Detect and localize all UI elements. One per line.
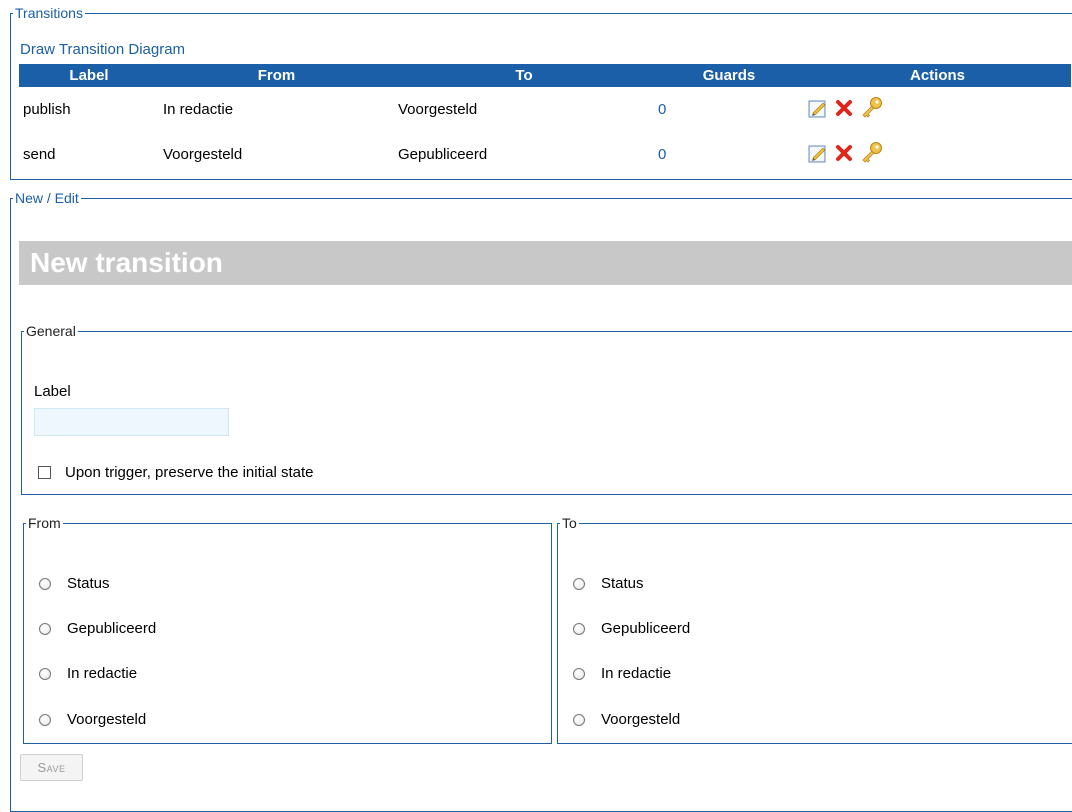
preserve-state-label: Upon trigger, preserve the initial state: [65, 464, 314, 481]
cell-actions: [804, 87, 1071, 132]
radio-label: Status: [601, 575, 644, 592]
general-fieldset: General Label Upon trigger, preserve the…: [21, 323, 1072, 495]
radio-label: Voorgesteld: [67, 711, 147, 728]
delete-icon[interactable]: [834, 98, 854, 122]
new-edit-legend: New / Edit: [15, 190, 79, 206]
key-icon[interactable]: [860, 96, 884, 124]
table-row: publish In redactie Voorgesteld 0: [19, 87, 1071, 132]
key-icon[interactable]: [860, 141, 884, 169]
radio-button[interactable]: [573, 713, 585, 726]
radio-button[interactable]: [573, 577, 585, 590]
table-header-row: Label From To Guards Actions: [19, 64, 1071, 87]
from-fieldset: From Status Gepubliceerd In redactie Voo…: [23, 515, 552, 744]
delete-icon[interactable]: [834, 143, 854, 167]
column-header-actions: Actions: [804, 64, 1071, 87]
cell-label: publish: [23, 101, 71, 118]
cell-to: Gepubliceerd: [398, 146, 488, 163]
to-option-voorgesteld[interactable]: Voorgesteld: [573, 711, 680, 728]
radio-label: Voorgesteld: [601, 711, 681, 728]
column-header-guards: Guards: [654, 64, 804, 87]
transitions-legend: Transitions: [15, 5, 83, 21]
column-header-from: From: [159, 64, 394, 87]
general-legend: General: [26, 323, 76, 339]
new-edit-fieldset: New / Edit New transition General Label …: [10, 190, 1072, 812]
to-option-gepubliceerd[interactable]: Gepubliceerd: [573, 620, 690, 637]
edit-icon[interactable]: [808, 143, 828, 167]
cell-label: send: [23, 146, 56, 163]
radio-button[interactable]: [573, 622, 585, 635]
radio-label: Status: [67, 575, 110, 592]
draw-transition-diagram-link[interactable]: Draw Transition Diagram: [20, 41, 185, 58]
cell-actions: [804, 132, 1071, 177]
to-option-in-redactie[interactable]: In redactie: [573, 665, 671, 682]
column-header-label: Label: [19, 64, 159, 87]
cell-to: Voorgesteld: [398, 101, 478, 118]
save-button[interactable]: Save: [20, 754, 83, 781]
edit-icon[interactable]: [808, 98, 828, 122]
from-legend: From: [28, 515, 61, 531]
from-option-voorgesteld[interactable]: Voorgesteld: [39, 711, 146, 728]
preserve-state-row: Upon trigger, preserve the initial state: [38, 464, 313, 481]
to-legend: To: [562, 515, 577, 531]
radio-label: In redactie: [67, 665, 138, 682]
from-option-in-redactie[interactable]: In redactie: [39, 665, 137, 682]
column-header-to: To: [394, 64, 654, 87]
radio-button[interactable]: [573, 667, 585, 680]
radio-button[interactable]: [39, 667, 51, 680]
from-option-gepubliceerd[interactable]: Gepubliceerd: [39, 620, 156, 637]
preserve-state-checkbox[interactable]: [38, 466, 51, 479]
radio-label: Gepubliceerd: [67, 620, 157, 637]
label-input[interactable]: [34, 408, 229, 436]
table-row: send Voorgesteld Gepubliceerd 0: [19, 132, 1071, 177]
radio-button[interactable]: [39, 577, 51, 590]
from-option-status[interactable]: Status: [39, 575, 110, 592]
radio-button[interactable]: [39, 622, 51, 635]
to-fieldset: To Status Gepubliceerd In redactie Voorg…: [557, 515, 1072, 744]
page-title: New transition: [19, 241, 1072, 285]
label-field-label: Label: [34, 383, 71, 400]
cell-from: Voorgesteld: [163, 146, 243, 163]
radio-button[interactable]: [39, 713, 51, 726]
cell-from: In redactie: [163, 101, 234, 118]
to-option-status[interactable]: Status: [573, 575, 644, 592]
radio-label: In redactie: [601, 665, 672, 682]
cell-guards-link[interactable]: 0: [654, 87, 804, 132]
transitions-fieldset: Transitions Draw Transition Diagram Labe…: [10, 5, 1072, 180]
cell-guards-link[interactable]: 0: [654, 132, 804, 177]
radio-label: Gepubliceerd: [601, 620, 691, 637]
transitions-table: Label From To Guards Actions publish In …: [19, 64, 1071, 177]
